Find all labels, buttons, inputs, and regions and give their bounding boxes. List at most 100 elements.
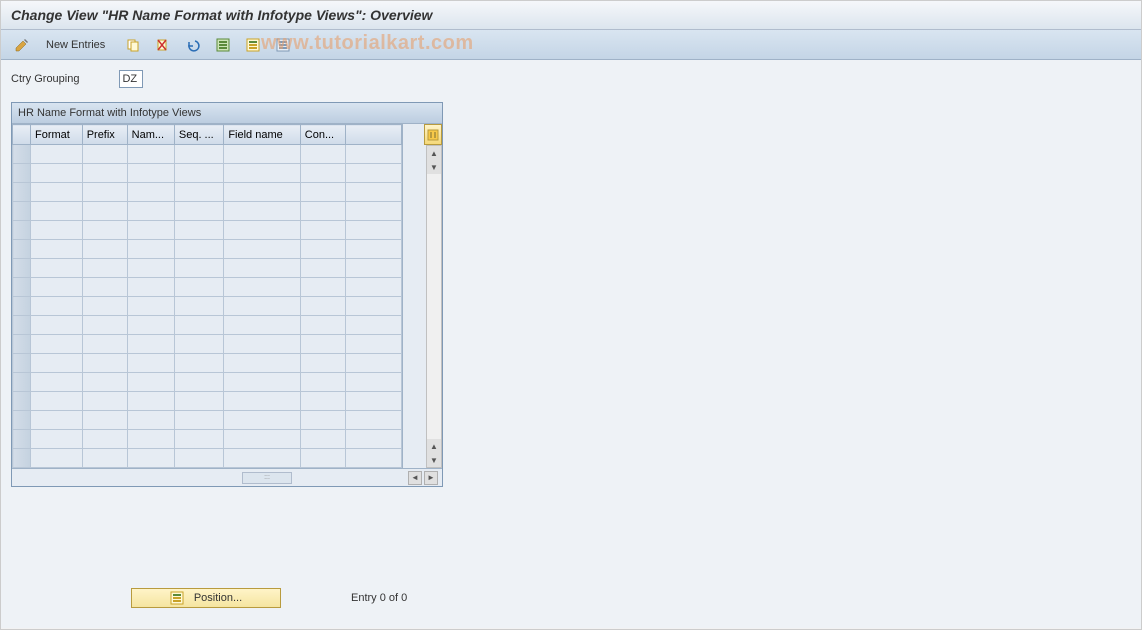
scroll-up-arrow[interactable]: ▲ [427,146,441,160]
scroll-left-arrow[interactable]: ◄ [408,471,422,485]
table-cell[interactable] [127,164,174,183]
table-cell[interactable] [174,411,223,430]
toggle-edit-button[interactable] [9,35,35,55]
table-cell[interactable] [82,354,127,373]
table-settings-button[interactable] [424,124,442,145]
row-selector[interactable] [13,259,31,278]
table-cell[interactable] [174,183,223,202]
table-cell[interactable] [82,430,127,449]
table-cell[interactable] [300,430,345,449]
table-cell[interactable] [300,354,345,373]
table-cell[interactable] [174,316,223,335]
table-cell[interactable] [224,373,300,392]
table-cell[interactable] [224,411,300,430]
row-selector[interactable] [13,164,31,183]
table-cell[interactable] [82,221,127,240]
table-cell[interactable] [30,392,82,411]
table-cell[interactable] [127,430,174,449]
table-cell[interactable] [30,164,82,183]
row-selector[interactable] [13,449,31,468]
table-cell[interactable] [300,145,345,164]
row-selector[interactable] [13,297,31,316]
table-cell[interactable] [345,202,401,221]
table-cell[interactable] [224,164,300,183]
table-cell[interactable] [30,240,82,259]
table-cell[interactable] [82,335,127,354]
table-cell[interactable] [345,411,401,430]
table-cell[interactable] [174,164,223,183]
scroll-up-arrow-bottom[interactable]: ▲ [427,439,441,453]
table-cell[interactable] [127,354,174,373]
table-cell[interactable] [174,449,223,468]
scroll-right-arrow[interactable]: ► [424,471,438,485]
table-cell[interactable] [30,316,82,335]
table-cell[interactable] [224,240,300,259]
row-selector[interactable] [13,430,31,449]
table-cell[interactable] [224,316,300,335]
delete-button[interactable] [150,35,176,55]
table-cell[interactable] [127,145,174,164]
table-cell[interactable] [127,202,174,221]
table-cell[interactable] [224,297,300,316]
table-cell[interactable] [82,449,127,468]
table-cell[interactable] [345,240,401,259]
table-cell[interactable] [224,430,300,449]
table-cell[interactable] [224,145,300,164]
table-cell[interactable] [30,278,82,297]
table-cell[interactable] [127,373,174,392]
table-cell[interactable] [30,297,82,316]
row-selector[interactable] [13,202,31,221]
table-cell[interactable] [300,411,345,430]
table-cell[interactable] [82,411,127,430]
table-cell[interactable] [82,240,127,259]
table-cell[interactable] [82,202,127,221]
table-cell[interactable] [82,278,127,297]
column-resize-handle[interactable]: ::: [242,472,292,484]
table-cell[interactable] [30,373,82,392]
table-cell[interactable] [224,354,300,373]
table-cell[interactable] [127,335,174,354]
table-cell[interactable] [174,145,223,164]
table-cell[interactable] [174,221,223,240]
new-entries-button[interactable]: New Entries [39,35,116,55]
row-selector[interactable] [13,221,31,240]
table-cell[interactable] [174,297,223,316]
table-cell[interactable] [300,316,345,335]
table-cell[interactable] [300,183,345,202]
row-selector[interactable] [13,373,31,392]
col-fieldname[interactable]: Field name [224,125,300,145]
position-button[interactable]: Position... [131,588,281,608]
table-cell[interactable] [224,335,300,354]
table-cell[interactable] [174,335,223,354]
table-cell[interactable] [174,259,223,278]
table-cell[interactable] [224,449,300,468]
table-cell[interactable] [127,449,174,468]
table-cell[interactable] [30,183,82,202]
table-cell[interactable] [345,221,401,240]
table-cell[interactable] [82,316,127,335]
table-cell[interactable] [345,297,401,316]
scroll-down-arrow-top[interactable]: ▼ [427,160,441,174]
row-selector[interactable] [13,278,31,297]
table-cell[interactable] [345,316,401,335]
table-cell[interactable] [345,373,401,392]
row-selector[interactable] [13,183,31,202]
table-cell[interactable] [300,259,345,278]
table-cell[interactable] [345,164,401,183]
table-cell[interactable] [30,430,82,449]
row-selector-header[interactable] [13,125,31,145]
table-cell[interactable] [174,240,223,259]
table-cell[interactable] [82,164,127,183]
table-cell[interactable] [30,259,82,278]
row-selector[interactable] [13,335,31,354]
table-cell[interactable] [300,240,345,259]
table-cell[interactable] [127,183,174,202]
row-selector[interactable] [13,240,31,259]
table-cell[interactable] [30,449,82,468]
table-cell[interactable] [30,145,82,164]
table-cell[interactable] [300,221,345,240]
table-cell[interactable] [82,183,127,202]
table-cell[interactable] [30,354,82,373]
table-cell[interactable] [127,259,174,278]
table-cell[interactable] [300,392,345,411]
